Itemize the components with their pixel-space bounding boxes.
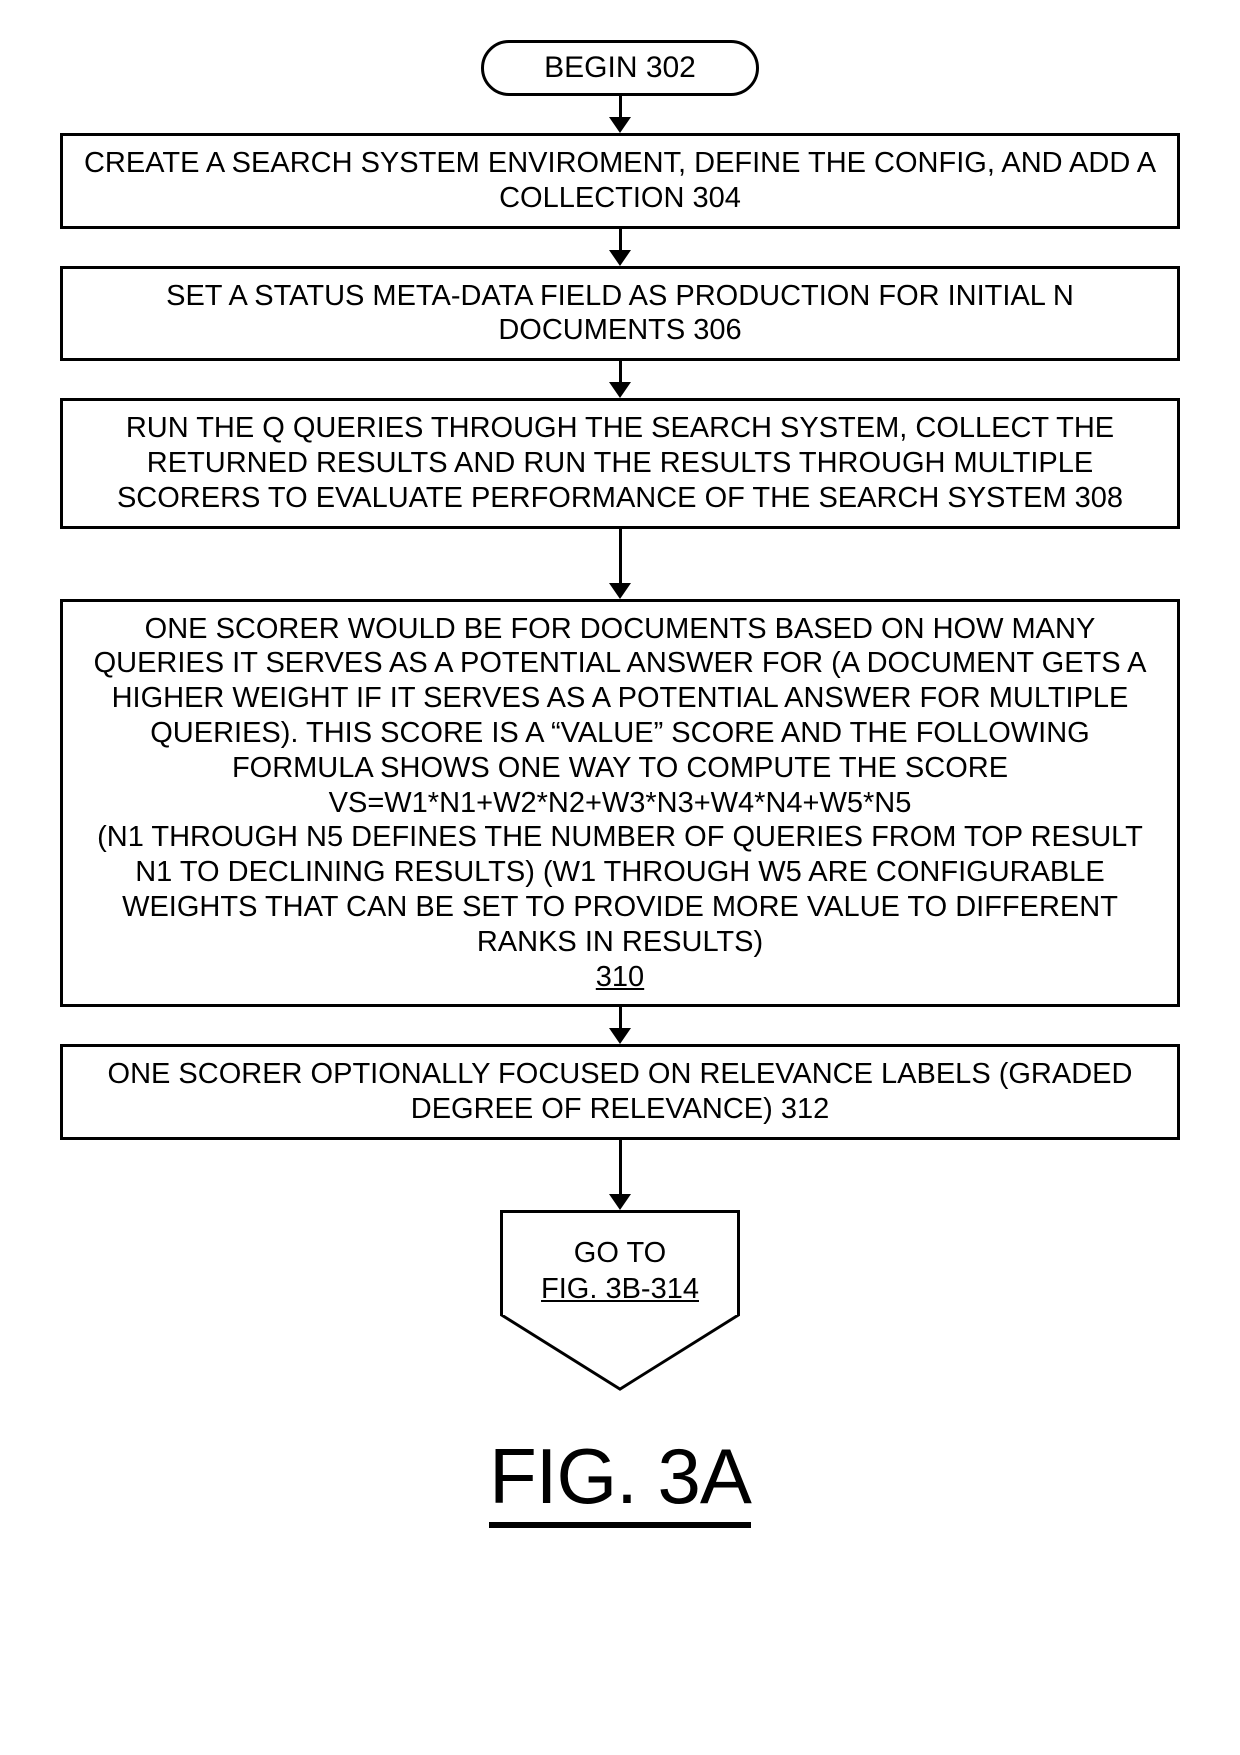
process-text: ONE SCORER OPTIONALLY FOCUSED ON RELEVAN… <box>77 1057 1163 1127</box>
arrow-down-icon <box>609 529 631 599</box>
start-label: BEGIN 302 <box>544 51 696 84</box>
offpage-goto-label: GO TO <box>515 1235 725 1271</box>
figure-caption: FIG. 3A <box>489 1431 751 1528</box>
start-terminator: BEGIN 302 <box>481 40 759 96</box>
process-step-308: RUN THE Q QUERIES THROUGH THE SEARCH SYS… <box>60 398 1180 528</box>
figure-caption-wrap: FIG. 3A <box>60 1411 1180 1528</box>
process-text: SET A STATUS META-DATA FIELD AS PRODUCTI… <box>77 279 1163 349</box>
offpage-point-icon <box>500 1315 740 1393</box>
offpage-connector: GO TO FIG. 3B-314 <box>500 1210 740 1394</box>
process-step-312: ONE SCORER OPTIONALLY FOCUSED ON RELEVAN… <box>60 1044 1180 1140</box>
process-step-306: SET A STATUS META-DATA FIELD AS PRODUCTI… <box>60 266 1180 362</box>
arrow-down-icon <box>609 1007 631 1044</box>
process-step-304: CREATE A SEARCH SYSTEM ENVIROMENT, DEFIN… <box>60 133 1180 229</box>
process-step-310: ONE SCORER WOULD BE FOR DOCUMENTS BASED … <box>60 599 1180 1008</box>
process-text: CREATE A SEARCH SYSTEM ENVIROMENT, DEFIN… <box>77 146 1163 216</box>
process-formula: VS=W1*N1+W2*N2+W3*N3+W4*N4+W5*N5 <box>77 786 1163 821</box>
process-text-part2: (N1 THROUGH N5 DEFINES THE NUMBER OF QUE… <box>77 820 1163 959</box>
arrow-down-icon <box>609 229 631 266</box>
flowchart-container: BEGIN 302 CREATE A SEARCH SYSTEM ENVIROM… <box>60 40 1180 1393</box>
process-ref: 310 <box>77 960 1163 995</box>
arrow-down-icon <box>609 361 631 398</box>
arrow-down-icon <box>609 1140 631 1210</box>
process-text: RUN THE Q QUERIES THROUGH THE SEARCH SYS… <box>77 411 1163 515</box>
process-text-part1: ONE SCORER WOULD BE FOR DOCUMENTS BASED … <box>77 612 1163 786</box>
offpage-link-label: FIG. 3B-314 <box>515 1271 725 1307</box>
arrow-down-icon <box>609 96 631 133</box>
